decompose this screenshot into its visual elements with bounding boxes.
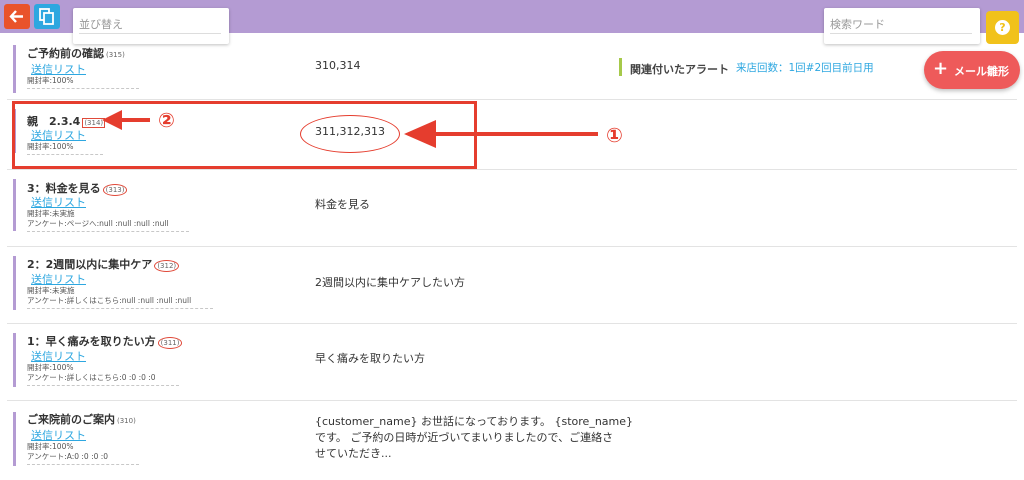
annotation-marker-1: ① xyxy=(606,123,623,147)
annotation-arrows: ② ① xyxy=(102,108,623,148)
arrow-left-icon xyxy=(404,120,598,148)
arrow-left-icon xyxy=(102,110,150,130)
annotation-marker-2: ② xyxy=(158,108,175,132)
